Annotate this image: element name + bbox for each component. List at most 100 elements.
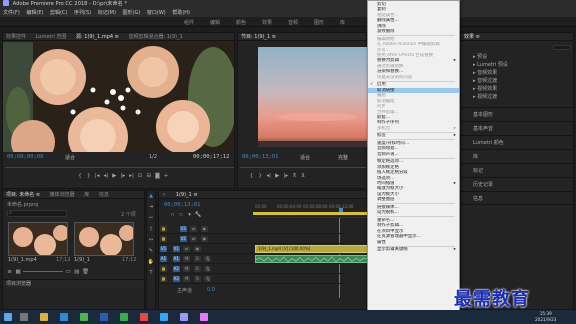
project-clip-thumb-2[interactable] xyxy=(74,222,134,256)
tab-effect-controls[interactable]: 效果控件 xyxy=(6,34,26,40)
track-eye-icon[interactable]: ◉ xyxy=(200,226,208,232)
track-label[interactable]: V2 xyxy=(179,236,187,242)
menu-edit[interactable]: 编辑(E) xyxy=(26,10,43,16)
word-icon[interactable] xyxy=(100,313,108,321)
voice-over-icon[interactable]: 🎙 xyxy=(204,256,212,262)
solo-icon[interactable]: S xyxy=(193,276,201,282)
solo-icon[interactable]: S xyxy=(193,266,201,272)
effects-folder-audio-transitions[interactable]: ▸ 音频过渡 xyxy=(473,77,508,85)
extract-icon[interactable]: ⊻ xyxy=(300,173,307,180)
razor-icon[interactable]: ◊ xyxy=(147,226,155,232)
tab-library[interactable]: 库 xyxy=(84,192,89,198)
program-step-forward-icon[interactable]: |▸ xyxy=(282,173,289,180)
section-libraries[interactable]: 库 xyxy=(461,149,573,163)
workspace-editing[interactable]: 编辑 xyxy=(210,19,220,26)
timeline-settings-icon[interactable]: 🔧 xyxy=(195,212,202,219)
history-tab[interactable]: 项目浏览器 xyxy=(3,279,144,287)
context-menu-item[interactable]: 属性 xyxy=(368,240,459,245)
mark-in-icon[interactable]: { xyxy=(77,173,84,180)
workspace-effects[interactable]: 效果 xyxy=(262,19,272,26)
program-mark-out-icon[interactable]: } xyxy=(257,173,264,180)
tab-program[interactable]: 节目: 1(9)_1 ≡ xyxy=(241,34,276,40)
source-time-ruler[interactable] xyxy=(5,164,234,168)
track-label[interactable]: V1 xyxy=(172,246,180,252)
program-fit-select[interactable]: 适合 xyxy=(300,154,310,161)
taskbar-clock[interactable]: 15:39 2021/9/23 xyxy=(535,311,556,322)
context-menu-item[interactable]: 调整图层 xyxy=(368,197,459,202)
icon-view-icon[interactable]: ▦ xyxy=(15,269,22,276)
trash-icon[interactable]: 🗑 xyxy=(82,269,89,276)
timeline-timecode[interactable]: 00;00;13;01 xyxy=(164,202,200,208)
tab-effects[interactable]: 效果 ≡ xyxy=(464,34,480,40)
source-patch-v1[interactable]: V1 xyxy=(160,246,167,252)
workspace-color[interactable]: 颜色 xyxy=(236,19,246,26)
voice-over-icon[interactable]: 🎙 xyxy=(204,266,212,272)
start-icon[interactable] xyxy=(4,313,12,321)
program-timecode-left[interactable]: 00;00;13;01 xyxy=(242,154,278,160)
app-icon[interactable] xyxy=(80,313,88,321)
step-back-icon[interactable]: ◂| xyxy=(102,173,109,180)
hand-icon[interactable]: ✋ xyxy=(147,259,155,265)
section-essential-sound[interactable]: 基本声音 xyxy=(461,121,573,135)
timeline-close-icon[interactable]: × xyxy=(162,192,166,198)
add-marker-icon[interactable]: ▾ xyxy=(186,212,193,219)
effects-folder-video-effects[interactable]: ▸ 视频效果 xyxy=(473,85,508,93)
workspace-graphics[interactable]: 图形 xyxy=(314,19,324,26)
selection-tool-icon[interactable]: ▲ xyxy=(147,193,155,199)
add-button-icon[interactable]: + xyxy=(162,173,169,180)
track-lock-icon[interactable]: 🔒 xyxy=(160,236,167,242)
app2-icon[interactable] xyxy=(140,313,148,321)
work-area-bar[interactable] xyxy=(253,212,368,215)
premiere-task-icon[interactable] xyxy=(180,313,188,321)
video-clip[interactable]: 1(9)_1.mp4 [V] [100.00%] xyxy=(255,245,368,253)
overwrite-icon[interactable]: ⊟ xyxy=(145,173,152,180)
mute-icon[interactable]: M xyxy=(183,256,191,262)
ripple-edit-icon[interactable]: ⇿ xyxy=(147,215,155,221)
program-resolution-select[interactable]: 完整 xyxy=(338,154,348,161)
new-bin-icon[interactable]: ▭ xyxy=(65,269,72,276)
workspace-libraries[interactable]: 库 xyxy=(340,19,345,26)
menu-file[interactable]: 文件(F) xyxy=(3,10,20,16)
step-forward-icon[interactable]: |▸ xyxy=(120,173,127,180)
section-lumetri-color[interactable]: Lumetri 颜色 xyxy=(461,135,573,149)
program-mark-in-icon[interactable]: { xyxy=(248,173,255,180)
zoom-slider[interactable] xyxy=(23,271,64,272)
audio-clip[interactable] xyxy=(255,255,370,263)
search-task-icon[interactable] xyxy=(20,313,28,321)
menu-window[interactable]: 窗口(W) xyxy=(147,10,166,16)
source-timecode-left[interactable]: 00;00;00;00 xyxy=(7,154,43,160)
lift-icon[interactable]: ⊼ xyxy=(291,173,298,180)
project-search-input[interactable]: ⌕ xyxy=(7,210,67,217)
export-frame-icon[interactable]: ◙ xyxy=(154,173,161,180)
track-lock-icon[interactable]: 🔒 xyxy=(160,276,167,282)
context-menu-item[interactable]: 显示剪辑关键帧 ▸ xyxy=(368,247,459,252)
browser-icon[interactable] xyxy=(60,313,68,321)
timeline-ruler[interactable]: 00;00 00;00;04;00 00;00;08;00 00;00;12;0… xyxy=(253,200,368,218)
tab-project[interactable]: 项目: 未命名 ≡ xyxy=(6,192,41,198)
workspace-audio[interactable]: 音频 xyxy=(288,19,298,26)
track-eye-icon[interactable]: ◉ xyxy=(200,236,208,242)
program-video-frame[interactable] xyxy=(258,47,368,147)
project-clip-thumb-1[interactable] xyxy=(8,222,68,256)
track-label[interactable]: A1 xyxy=(172,256,180,262)
snap-icon[interactable]: ∩ xyxy=(169,212,176,219)
master-value[interactable]: 0.0 xyxy=(207,287,215,293)
file-explorer-icon[interactable] xyxy=(40,313,48,321)
linked-selection-icon[interactable]: ⊂ xyxy=(178,212,185,219)
track-sync-icon[interactable]: ⇄ xyxy=(190,236,198,242)
section-markers[interactable]: 标记 xyxy=(461,163,573,177)
source-video-frame[interactable] xyxy=(3,42,234,152)
solo-icon[interactable]: S xyxy=(193,256,201,262)
context-menu-item[interactable]: 波纹删除 xyxy=(368,29,459,34)
insert-icon[interactable]: ⊡ xyxy=(137,173,144,180)
menu-marker[interactable]: 标记(M) xyxy=(98,10,116,16)
go-to-out-icon[interactable]: ▸| xyxy=(128,173,135,180)
voice-over-icon[interactable]: 🎙 xyxy=(204,276,212,282)
program-play-icon[interactable]: ▶ xyxy=(274,173,281,180)
effects-folder-lumetri[interactable]: ▸ Lumetri 预设 xyxy=(473,61,508,69)
section-history[interactable]: 历史记录 xyxy=(461,177,573,191)
slip-icon[interactable]: ↔ xyxy=(147,237,155,243)
tab-lumetri-scopes[interactable]: Lumetri 范围 xyxy=(36,34,67,40)
menu-sequence[interactable]: 序列(S) xyxy=(74,10,91,16)
context-menu-item[interactable]: 音频声道... xyxy=(368,152,459,157)
